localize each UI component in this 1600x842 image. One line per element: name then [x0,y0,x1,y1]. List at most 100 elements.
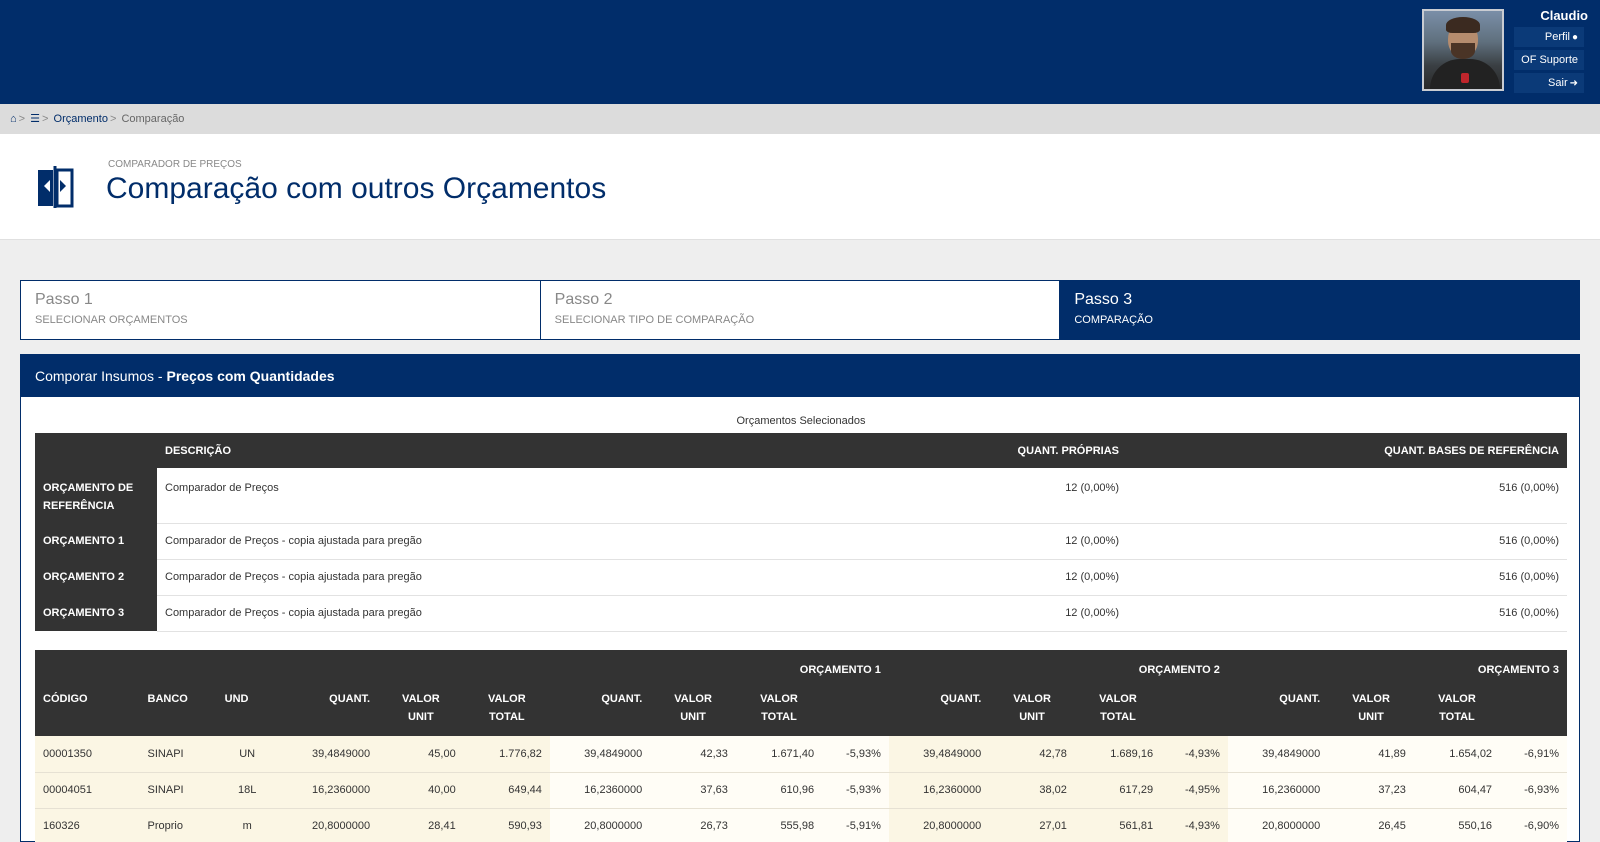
row-bases: 516 (0,00%) [1127,559,1567,596]
table-row: 00004051 SINAPI 18L 16,2360000 40,00 649… [35,772,1567,809]
step-2[interactable]: Passo 2 SELECIONAR TIPO DE COMPARAÇÃO [541,281,1061,339]
user-name: Claudio [1540,8,1588,23]
logout-icon: ➜ [1569,78,1578,89]
breadcrumb-orcamento[interactable]: Orçamento [54,113,108,125]
list-icon[interactable]: ☰ [30,113,40,125]
cell-o1-pct: -5,93% [822,736,889,773]
menu-suporte-label: OF Suporte [1521,54,1578,66]
row-desc: Comparador de Preços - copia ajustada pa… [157,523,827,560]
step-1[interactable]: Passo 1 SELECIONAR ORÇAMENTOS [21,281,541,339]
page-header: COMPARADOR DE PREÇOS Comparação com outr… [0,134,1600,240]
page-title: Comparação com outros Orçamentos [106,172,607,205]
cell-o2-quant: 20,8000000 [888,808,990,842]
cell-quant: 20,8000000 [277,808,379,842]
cell-banco: SINAPI [139,772,217,809]
cell-o1-total: 610,96 [735,772,823,809]
cell-o3-quant: 16,2360000 [1227,772,1329,809]
step-3-subtitle: COMPARAÇÃO [1074,314,1153,326]
cell-codigo: 00004051 [35,772,140,809]
cell-total: 649,44 [463,772,550,809]
th-o3-valor-unit: VALOR UNIT [1328,684,1414,736]
home-icon[interactable]: ⌂ [10,113,17,125]
cell-o3-total: 604,47 [1413,772,1501,809]
cell-total: 590,93 [463,808,550,842]
row-label: ORÇAMENTO DE REFERÊNCIA [35,468,157,523]
th-o1-quant: QUANT. [549,684,651,736]
cell-o2-pct: -4,93% [1161,808,1228,842]
cell-o2-total: 617,29 [1074,772,1162,809]
th-o1-valor-total: VALOR TOTAL [735,684,823,736]
row-desc: Comparador de Preços - copia ajustada pa… [157,595,827,632]
cell-o3-pct: -6,93% [1500,772,1567,809]
cell-o3-pct: -6,91% [1500,736,1567,773]
cell-o2-unit: 42,78 [989,736,1075,773]
comparison-card: Comporar Insumos - Preços com Quantidade… [20,354,1580,842]
compare-icon [38,166,74,208]
th-codigo: CÓDIGO [35,684,140,736]
table-row: ORÇAMENTO 1 Comparador de Preços - copia… [35,523,1567,560]
th-o3-valor-total: VALOR TOTAL [1413,684,1501,736]
cell-o2-pct: -4,93% [1161,736,1228,773]
wizard-steps: Passo 1 SELECIONAR ORÇAMENTOS Passo 2 SE… [20,280,1580,340]
th-quant-bases: QUANT. BASES DE REFERÊNCIA [1127,433,1567,468]
cell-o1-unit: 37,63 [650,772,736,809]
menu-sair[interactable]: Sair ➜ [1514,73,1584,93]
cell-quant: 39,4849000 [277,736,379,773]
cell-o2-pct: -4,95% [1161,772,1228,809]
table-row: 00001350 SINAPI UN 39,4849000 45,00 1.77… [35,736,1567,773]
row-label: ORÇAMENTO 2 [35,559,157,595]
cell-o3-total: 550,16 [1413,808,1501,842]
cell-o2-total: 1.689,16 [1074,736,1162,773]
th-valor-total: VALOR TOTAL [463,684,550,736]
cell-o2-unit: 38,02 [989,772,1075,809]
th-o2-pct [1161,684,1228,736]
th-group-orcamento-2: ORÇAMENTO 2 [888,650,1228,684]
th-o3-quant: QUANT. [1227,684,1329,736]
row-bases: 516 (0,00%) [1127,523,1567,560]
th-o3-pct [1500,684,1567,736]
cell-o3-pct: -6,90% [1500,808,1567,842]
th-descricao: DESCRIÇÃO [157,433,827,468]
breadcrumb: ⌂ > ☰ > Orçamento > Comparação [0,104,1600,134]
cell-codigo: 00001350 [35,736,140,773]
avatar[interactable] [1422,9,1504,91]
step-2-title: Passo 2 [554,291,613,308]
row-label: ORÇAMENTO 3 [35,595,157,631]
cell-unit: 45,00 [378,736,464,773]
selected-budgets-table: DESCRIÇÃO QUANT. PRÓPRIAS QUANT. BASES D… [35,433,1567,632]
step-3[interactable]: Passo 3 COMPARAÇÃO [1060,281,1580,339]
cell-codigo: 160326 [35,808,140,842]
cell-und: 18L [216,772,278,809]
comparison-table: ORÇAMENTO 1 ORÇAMENTO 2 ORÇAMENTO 3 CÓDI… [35,650,1567,842]
menu-suporte[interactable]: OF Suporte▩ [1514,50,1584,86]
cell-banco: Proprio [139,808,217,842]
row-desc: Comparador de Preços - copia ajustada pa… [157,559,827,596]
cell-o2-unit: 27,01 [989,808,1075,842]
cell-o1-total: 555,98 [735,808,823,842]
cell-o1-unit: 26,73 [650,808,736,842]
row-bases: 516 (0,00%) [1127,468,1567,524]
cell-o1-quant: 20,8000000 [549,808,651,842]
th-group-orcamento-3: ORÇAMENTO 3 [1227,650,1567,684]
cell-o3-total: 1.654,02 [1413,736,1501,773]
cell-banco: SINAPI [139,736,217,773]
cell-und: m [216,808,278,842]
menu-perfil[interactable]: Perfil ● [1514,27,1584,47]
step-1-title: Passo 1 [35,291,93,308]
cell-o3-quant: 20,8000000 [1227,808,1329,842]
cell-unit: 28,41 [378,808,464,842]
menu-sair-label: Sair [1548,77,1568,89]
row-proprias: 12 (0,00%) [827,595,1127,632]
cell-o3-unit: 37,23 [1328,772,1414,809]
menu-perfil-label: Perfil [1544,31,1570,43]
page-subtitle: COMPARADOR DE PREÇOS [108,159,242,170]
cell-o2-quant: 16,2360000 [888,772,990,809]
cell-total: 1.776,82 [463,736,550,773]
th-o2-valor-total: VALOR TOTAL [1074,684,1162,736]
cell-o1-unit: 42,33 [650,736,736,773]
card-title: Comporar Insumos - Preços com Quantidade… [21,355,1579,397]
row-label: ORÇAMENTO 1 [35,523,157,559]
cell-o1-pct: -5,93% [822,772,889,809]
card-title-bold: Preços com Quantidades [166,368,335,384]
cell-o1-pct: -5,91% [822,808,889,842]
